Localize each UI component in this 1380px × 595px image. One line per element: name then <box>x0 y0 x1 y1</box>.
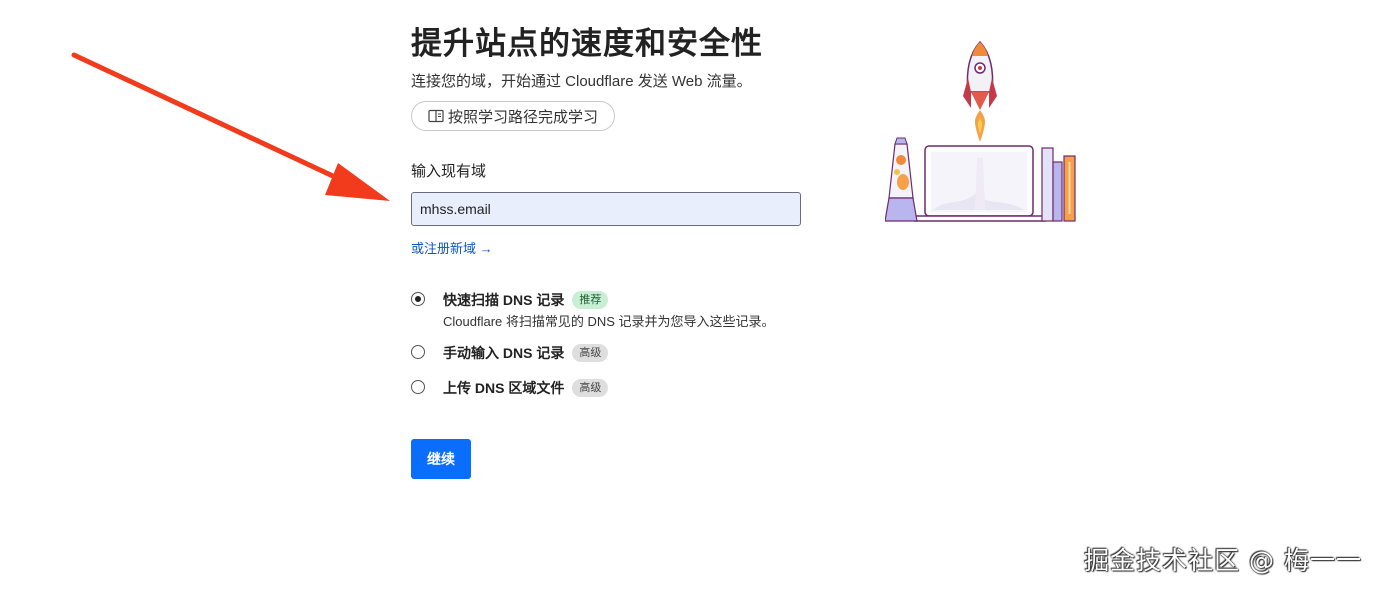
rocket-laptop-illustration <box>885 40 1076 222</box>
register-new-domain-link[interactable]: 或注册新域 → <box>411 240 493 258</box>
learning-path-label: 按照学习路径完成学习 <box>448 108 599 126</box>
dns-option-manual[interactable]: 手动输入 DNS 记录 高级 <box>411 344 811 366</box>
page-subtitle: 连接您的域，开始通过 Cloudflare 发送 Web 流量。 <box>411 73 752 90</box>
advanced-badge: 高级 <box>572 344 609 362</box>
dns-option-upload-zone-file[interactable]: 上传 DNS 区域文件 高级 <box>411 379 811 401</box>
page-title: 提升站点的速度和安全性 <box>411 26 763 61</box>
radio-quick-scan[interactable] <box>411 292 425 306</box>
radio-manual[interactable] <box>411 345 425 359</box>
domain-input[interactable] <box>411 192 801 226</box>
laptop-icon <box>912 145 1048 222</box>
recommended-badge: 推荐 <box>572 291 609 309</box>
page: 提升站点的速度和安全性 连接您的域，开始通过 Cloudflare 发送 Web… <box>0 0 1380 595</box>
domain-field-label: 输入现有域 <box>411 163 487 180</box>
option-label: 上传 DNS 区域文件 <box>443 380 565 396</box>
dns-options-group: 快速扫描 DNS 记录 推荐 Cloudflare 将扫描常见的 DNS 记录并… <box>411 291 811 401</box>
book-icon <box>428 109 444 123</box>
books-icon <box>1041 147 1076 222</box>
option-label: 快速扫描 DNS 记录 <box>443 292 565 308</box>
dns-option-quick-scan[interactable]: 快速扫描 DNS 记录 推荐 Cloudflare 将扫描常见的 DNS 记录并… <box>411 291 811 330</box>
learning-path-button[interactable]: 按照学习路径完成学习 <box>411 101 616 131</box>
watermark: 掘金技术社区 @ 梅一一 <box>1084 546 1362 575</box>
radio-upload-zone-file[interactable] <box>411 380 425 394</box>
continue-button[interactable]: 继续 <box>411 439 471 479</box>
main-content: 提升站点的速度和安全性 连接您的域，开始通过 Cloudflare 发送 Web… <box>411 22 811 479</box>
red-arrow-annotation <box>71 52 390 201</box>
rocket-icon <box>963 40 997 142</box>
arrow-right-icon: → <box>479 241 493 256</box>
lava-lamp-icon <box>885 137 918 222</box>
advanced-badge: 高级 <box>572 379 609 397</box>
option-description: Cloudflare 将扫描常见的 DNS 记录并为您导入这些记录。 <box>443 314 775 329</box>
option-label: 手动输入 DNS 记录 <box>443 345 565 361</box>
register-link-text: 或注册新域 <box>411 241 477 256</box>
